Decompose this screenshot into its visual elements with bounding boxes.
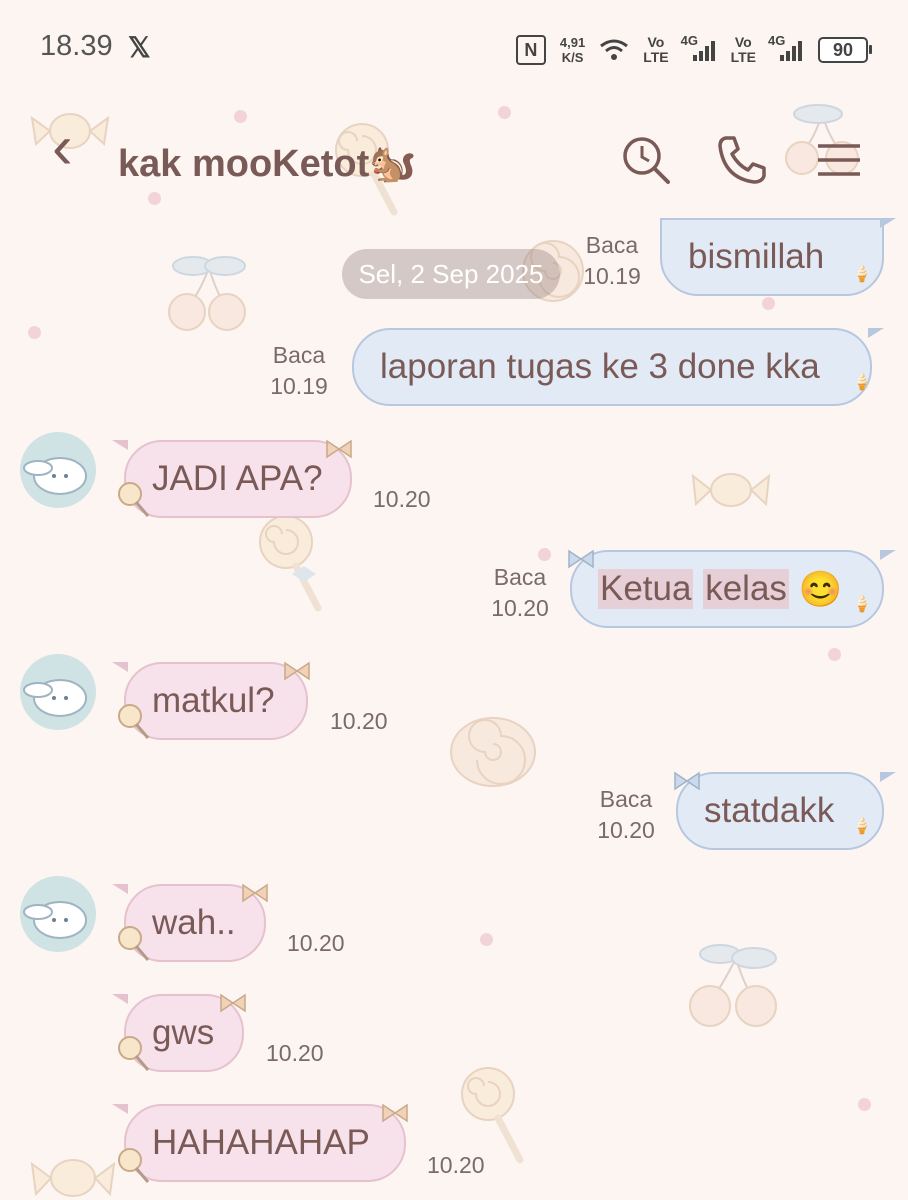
chat-screen: 18.39 𝕏 N 4,91 K/S Vo LTE 4G Vo LTE 4G 9… <box>0 0 908 1200</box>
smile-emoji-icon: 😊 <box>798 569 843 609</box>
bg-dot <box>858 1098 871 1111</box>
bg-dot <box>28 326 41 339</box>
x-app-icon: 𝕏 <box>128 32 151 63</box>
cherry-icon <box>689 944 777 1027</box>
message-text: laporan tugas ke 3 done kka <box>380 347 820 386</box>
network-speed-unit: K/S <box>561 50 584 65</box>
cinnamoroll-avatar-icon <box>23 457 87 495</box>
ice-cream-icon: 🍦 <box>852 818 872 835</box>
lollipop-icon <box>259 515 322 612</box>
cinnamoroll-avatar-icon <box>23 901 87 939</box>
avatar[interactable] <box>20 432 96 508</box>
network-type: 4G <box>768 33 786 48</box>
volte-top: Vo <box>647 34 665 50</box>
volte-indicator-2: Vo LTE <box>731 35 756 65</box>
bow-icon <box>568 549 594 569</box>
bg-dot <box>538 548 551 561</box>
message-time: 10.20 <box>287 930 345 956</box>
network-speed: 4,91 K/S <box>560 35 585 65</box>
message-text: HAHAHAHAP <box>152 1123 370 1162</box>
lollipop-icon <box>118 704 150 739</box>
avatar[interactable] <box>20 654 96 730</box>
lollipop-icon <box>118 482 150 517</box>
message-time: 10.20 <box>330 708 388 734</box>
network-speed-value: 4,91 <box>559 35 586 50</box>
message-text: gws <box>152 1013 215 1052</box>
message-time: 10.20 <box>491 595 549 621</box>
message-meta: Baca 10.20 <box>588 784 664 846</box>
avatar[interactable] <box>20 876 96 952</box>
read-status: Baca <box>585 232 639 258</box>
signal-icon-2: 4G <box>768 33 804 61</box>
volte-top: Vo <box>734 34 752 50</box>
bow-icon <box>674 771 700 791</box>
message-time: 10.20 <box>427 1152 485 1178</box>
bow-icon <box>382 1103 408 1123</box>
candy-icon <box>30 1159 116 1197</box>
status-icons: N 4,91 K/S Vo LTE 4G Vo LTE 4G 90 <box>515 30 872 70</box>
ice-cream-icon: 🍦 <box>852 596 872 613</box>
search-icon[interactable] <box>618 132 674 188</box>
message-text-highlight: Ketua <box>598 569 694 609</box>
volte-bottom: LTE <box>643 49 669 65</box>
message-text-highlight: kelas <box>703 569 789 609</box>
date-separator: Sel, 2 Sep 2025 <box>342 249 560 299</box>
lollipop-icon <box>118 1036 150 1071</box>
volte-indicator-1: Vo LTE <box>643 35 668 65</box>
message-meta: Baca 10.20 <box>482 562 558 624</box>
signal-icon-1: 4G <box>681 33 717 61</box>
bow-icon <box>326 439 352 459</box>
network-type: 4G <box>680 33 698 48</box>
read-status: Baca <box>272 342 326 368</box>
cinnamoroll-avatar-icon <box>23 679 87 717</box>
message-time: 10.20 <box>373 486 431 512</box>
status-bar: 18.39 𝕏 N 4,91 K/S Vo LTE 4G Vo LTE 4G 9… <box>0 0 908 95</box>
bg-dot <box>828 648 841 661</box>
message-text: wah.. <box>152 903 236 942</box>
message-text: statdakk <box>704 791 835 830</box>
ice-cream-icon: 🍦 <box>852 266 872 283</box>
outgoing-message[interactable]: bismillah <box>660 218 896 296</box>
message-time: 10.20 <box>266 1040 324 1066</box>
bow-icon <box>284 661 310 681</box>
volte-bottom: LTE <box>730 49 756 65</box>
message-time: 10.19 <box>583 263 641 289</box>
lollipop-icon <box>461 1067 524 1164</box>
incoming-message[interactable]: JADI APA? <box>112 440 352 518</box>
bow-icon <box>220 993 246 1013</box>
status-time: 18.39 <box>40 30 113 62</box>
lollipop-icon <box>118 1148 150 1183</box>
back-button[interactable]: ‹ <box>52 117 73 179</box>
read-status: Baca <box>493 564 547 590</box>
battery-icon: 90 <box>818 37 872 63</box>
message-text: matkul? <box>152 681 275 720</box>
incoming-message[interactable]: HAHAHAHAP <box>112 1104 406 1182</box>
bg-dot <box>480 933 493 946</box>
outgoing-message[interactable]: laporan tugas ke 3 done kka <box>352 328 884 406</box>
bg-dot <box>762 297 775 310</box>
chat-title: kak mooKetot🐿️ <box>118 143 417 185</box>
outgoing-message[interactable]: Ketua kelas 😊 <box>570 550 896 628</box>
message-time: 10.19 <box>270 373 328 399</box>
outgoing-message[interactable]: statdakk <box>676 772 896 850</box>
menu-icon[interactable] <box>812 132 868 188</box>
candy-icon <box>691 473 771 507</box>
chat-header: ‹ kak mooKetot🐿️ <box>0 110 908 210</box>
message-time: 10.20 <box>597 817 655 843</box>
rose-icon <box>450 717 536 787</box>
wifi-icon <box>600 39 629 60</box>
ice-cream-icon: 🍦 <box>852 374 872 391</box>
message-meta: Baca 10.19 <box>576 230 648 292</box>
message-text: JADI APA? <box>152 459 323 498</box>
read-status: Baca <box>599 786 653 812</box>
nfc-icon: N <box>515 35 546 65</box>
message-text: bismillah <box>688 237 825 276</box>
message-meta: Baca 10.19 <box>262 340 336 402</box>
lollipop-icon <box>118 926 150 961</box>
phone-icon[interactable] <box>714 132 770 188</box>
bow-icon <box>242 883 268 903</box>
cherry-icon <box>168 256 246 331</box>
